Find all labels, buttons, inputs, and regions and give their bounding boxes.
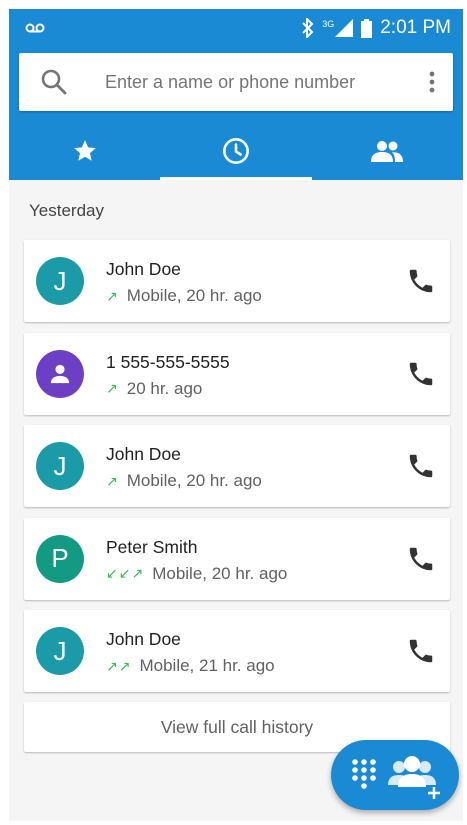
call-detail-text: Mobile, 20 hr. ago: [126, 471, 262, 491]
outgoing-call-icon: ↗: [106, 472, 119, 489]
call-log-item[interactable]: J John Doe ↗↗ Mobile, 21 hr. ago: [24, 610, 450, 693]
star-icon: [73, 140, 96, 161]
avatar[interactable]: [36, 349, 84, 398]
contact-name: John Doe: [106, 444, 181, 465]
avatar-letter: J: [53, 635, 67, 666]
call-log-item[interactable]: 1 555-555-5555 ↗ 20 hr. ago: [24, 332, 450, 415]
outgoing-call-icon: ↗: [106, 287, 119, 304]
phone-screen: 3G 2:01 PM Enter a name or phone number …: [9, 9, 463, 821]
outgoing-call-icon: ↗: [106, 380, 119, 397]
clock-time: 2:01 PM: [380, 17, 451, 38]
avatar[interactable]: P: [36, 534, 84, 583]
more-vert-icon: [429, 71, 435, 93]
call-detail: ↙↙↗ Mobile, 20 hr. ago: [106, 564, 287, 584]
battery-icon: [361, 18, 373, 38]
phone-call-icon[interactable]: [406, 544, 436, 574]
phone-call-icon[interactable]: [406, 636, 436, 666]
signal-indicator: 3G: [322, 19, 354, 37]
call-detail: ↗↗ Mobile, 21 hr. ago: [106, 656, 275, 676]
section-header-yesterday: Yesterday: [29, 201, 104, 220]
floating-action-button: [331, 740, 459, 810]
call-detail: ↗ Mobile, 20 hr. ago: [106, 471, 262, 491]
contact-name: John Doe: [106, 629, 181, 650]
call-log-list: J John Doe ↗ Mobile, 20 hr. ago 1 555-55…: [24, 240, 450, 703]
call-type-icons: ↙↙↗: [106, 565, 145, 582]
outgoing-call-icon: ↗↗: [106, 657, 132, 674]
phone-call-icon[interactable]: [406, 451, 436, 481]
status-bar: 3G 2:01 PM: [9, 9, 463, 47]
call-detail-text: Mobile, 20 hr. ago: [126, 286, 262, 305]
avatar-letter: P: [51, 543, 69, 574]
call-detail: ↗ Mobile, 20 hr. ago: [106, 286, 262, 306]
voicemail-icon: [25, 23, 45, 33]
person-icon: [50, 364, 70, 383]
search-bar[interactable]: [19, 53, 453, 111]
avatar[interactable]: J: [36, 627, 84, 676]
call-detail-text: 20 hr. ago: [126, 378, 203, 398]
call-log-item[interactable]: P Peter Smith ↙↙↗ Mobile, 20 hr. ago: [24, 517, 450, 600]
call-log-item[interactable]: J John Doe ↗ Mobile, 20 hr. ago: [24, 240, 450, 322]
call-detail-text: Mobile, 20 hr. ago: [152, 563, 288, 583]
add-contact-button[interactable]: [387, 751, 445, 799]
tab-contacts[interactable]: [312, 122, 463, 180]
signal-icon: [335, 19, 354, 37]
phone-number: 1 555-555-5555: [106, 351, 230, 372]
dialpad-button[interactable]: [351, 758, 377, 792]
call-detail: ↗ 20 hr. ago: [106, 379, 202, 399]
app-bar: [9, 47, 463, 180]
people-icon: [371, 141, 404, 162]
call-log-item[interactable]: J John Doe ↗ Mobile, 20 hr. ago: [24, 425, 450, 508]
phone-call-icon[interactable]: [406, 266, 436, 296]
phone-call-icon[interactable]: [406, 359, 436, 389]
dialpad-icon: [352, 759, 376, 789]
avatar-letter: J: [53, 265, 67, 296]
call-detail-text: Mobile, 21 hr. ago: [139, 656, 275, 676]
contact-name: John Doe: [106, 259, 181, 279]
add-group-contact-icon: [388, 756, 440, 799]
search-input[interactable]: [103, 61, 417, 103]
tab-recents[interactable]: [160, 122, 312, 180]
avatar[interactable]: J: [36, 442, 84, 491]
tab-bar: [9, 122, 463, 180]
overflow-menu-button[interactable]: [417, 62, 447, 102]
avatar-letter: J: [53, 450, 67, 481]
search-icon: [41, 69, 67, 95]
tab-favorites[interactable]: [9, 122, 160, 180]
network-type: 3G: [322, 19, 335, 29]
avatar[interactable]: J: [36, 257, 84, 305]
contact-name: Peter Smith: [106, 536, 198, 557]
clock-icon: [223, 138, 249, 164]
bluetooth-icon: [302, 18, 314, 38]
